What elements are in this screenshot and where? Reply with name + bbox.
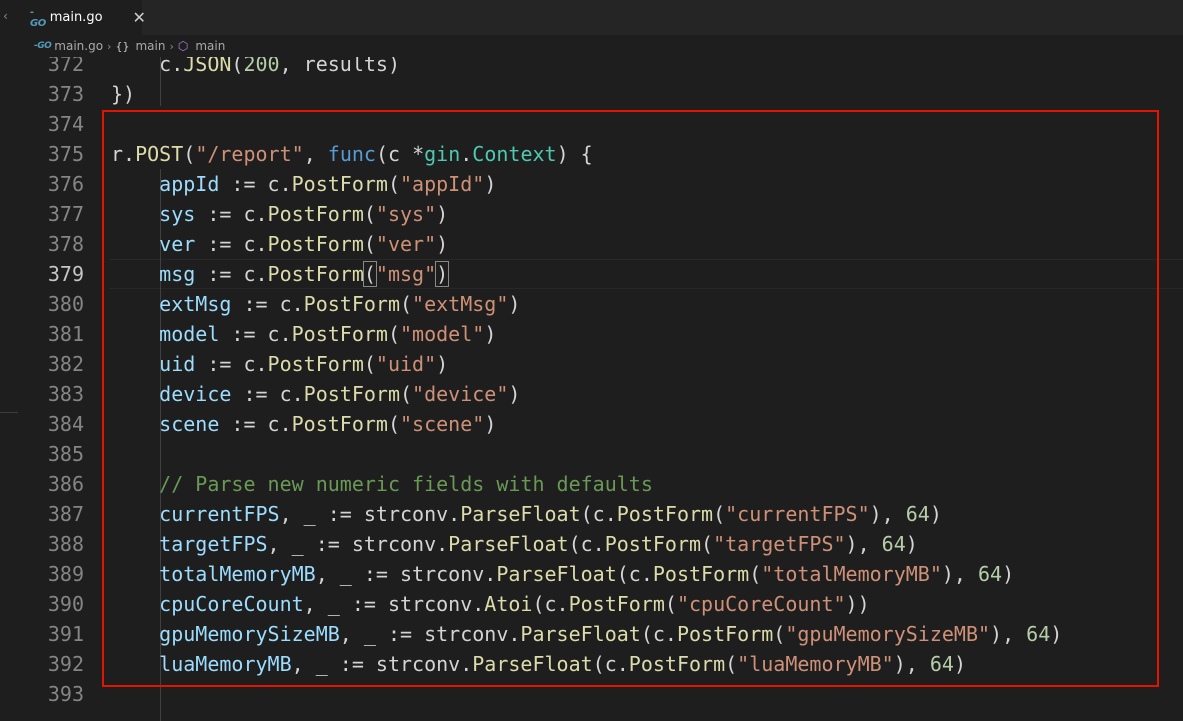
line-number: 379 bbox=[47, 262, 84, 286]
code-token: JSON bbox=[183, 57, 232, 76]
line-number: 387 bbox=[47, 502, 84, 526]
tab-bar: -GO main.go ✕ bbox=[18, 0, 1183, 35]
line-number: 386 bbox=[47, 472, 84, 496]
chevron-left-icon[interactable]: ‹ bbox=[2, 9, 9, 23]
function-cube-icon: ⬡ bbox=[177, 39, 189, 53]
code-token: ( bbox=[231, 57, 244, 76]
line-number: 392 bbox=[47, 652, 84, 676]
code-text: c.JSON(200, results) bbox=[111, 57, 400, 79]
line-number: 389 bbox=[47, 562, 84, 586]
line-number: 390 bbox=[47, 592, 84, 616]
chevron-right-icon: › bbox=[169, 39, 174, 53]
line-number: 384 bbox=[47, 412, 84, 436]
line-number: 375 bbox=[47, 142, 84, 166]
code-editor[interactable]: 372 c.JSON(200, results) 373}) 374 375 r.POS… bbox=[18, 57, 1183, 721]
tab-title: main.go bbox=[49, 10, 103, 25]
line-number: 381 bbox=[47, 322, 84, 346]
breadcrumb-scope-function[interactable]: main bbox=[195, 39, 225, 53]
go-file-icon: -GO bbox=[34, 41, 52, 51]
line-number: 388 bbox=[47, 532, 84, 556]
line-number: 377 bbox=[47, 202, 84, 226]
line-number: 372 bbox=[47, 57, 84, 76]
activity-divider bbox=[0, 412, 18, 413]
line-number: 376 bbox=[47, 172, 84, 196]
code-line[interactable]: 372 c.JSON(200, results) bbox=[18, 57, 1183, 79]
code-line[interactable]: 373}) bbox=[18, 79, 1183, 109]
line-number: 374 bbox=[47, 112, 84, 136]
line-number: 385 bbox=[47, 442, 84, 466]
code-text: }) bbox=[111, 79, 135, 109]
line-number: 382 bbox=[47, 352, 84, 376]
code-token: , results) bbox=[279, 57, 401, 76]
line-number: 378 bbox=[47, 232, 84, 256]
chevron-right-icon: › bbox=[107, 39, 112, 53]
breadcrumb-file[interactable]: main.go bbox=[54, 39, 103, 53]
breadcrumb-scope-package[interactable]: main bbox=[135, 39, 165, 53]
go-file-icon: -GO bbox=[30, 6, 46, 29]
line-number: 380 bbox=[47, 292, 84, 316]
highlight-box bbox=[102, 110, 1159, 687]
line-number: 373 bbox=[47, 82, 84, 106]
code-token: 200 bbox=[243, 57, 280, 76]
tab-main-go[interactable]: -GO main.go ✕ bbox=[18, 0, 146, 35]
code-token: c. bbox=[111, 57, 184, 76]
line-number: 383 bbox=[47, 382, 84, 406]
namespace-icon: {} bbox=[115, 39, 130, 53]
line-number: 393 bbox=[47, 682, 84, 706]
activity-bar: ‹ bbox=[0, 0, 19, 721]
line-number: 391 bbox=[47, 622, 84, 646]
close-icon[interactable]: ✕ bbox=[133, 9, 146, 26]
code-token: }) bbox=[111, 82, 136, 106]
breadcrumb: -GO main.go › {} main › ⬡ main bbox=[18, 35, 1183, 57]
